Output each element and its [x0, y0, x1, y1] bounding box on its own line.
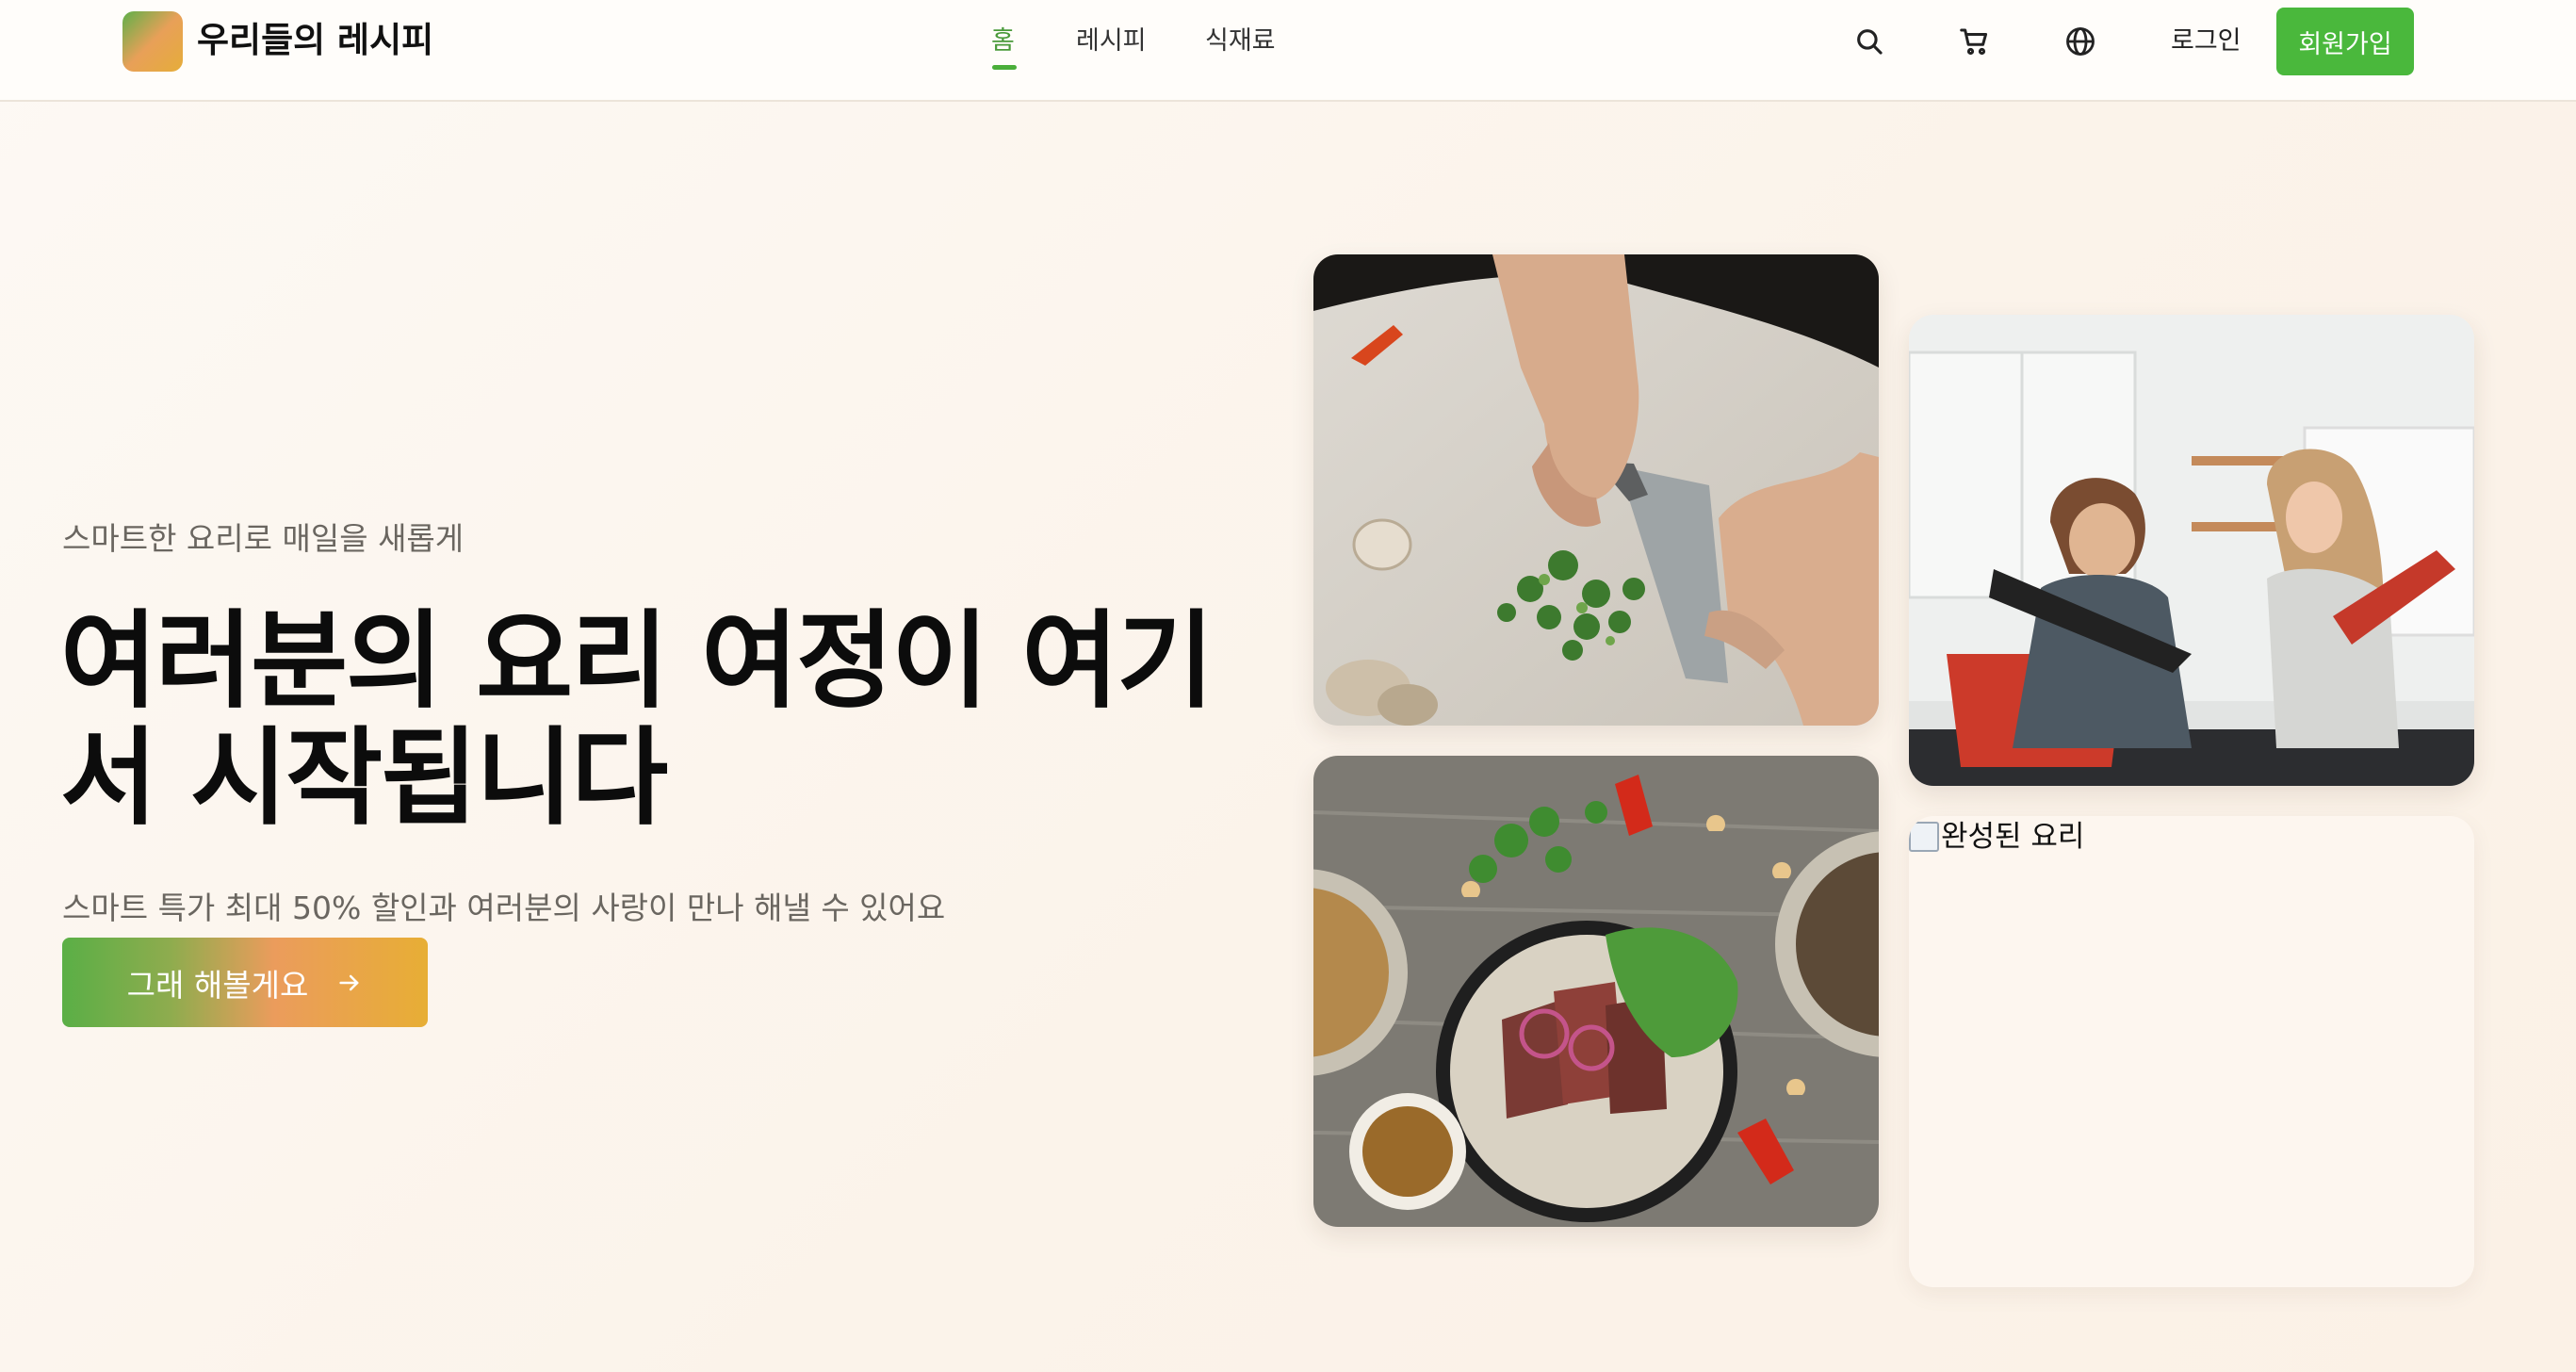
finished-dish-photo: 완성된 요리	[1909, 816, 2474, 1287]
chopping-photo	[1313, 254, 1879, 726]
nav-ingredients[interactable]: 식재료	[1205, 23, 1276, 60]
broken-image-icon	[1909, 822, 1939, 852]
signup-button[interactable]: 회원가입	[2276, 8, 2414, 75]
cta-button[interactable]: 그래 해볼게요	[62, 938, 428, 1027]
hero-title: 여러분의 요리 여정이 여기서 시작됩니다	[60, 600, 1214, 840]
nav-active-indicator	[992, 65, 1017, 70]
couple-cooking-photo	[1909, 315, 2474, 786]
broken-image-alt: 완성된 요리	[1909, 816, 2084, 858]
nav-home[interactable]: 홈	[991, 23, 1015, 60]
hero-eyebrow: 스마트한 요리로 매일을 새롭게	[62, 520, 465, 557]
broken-image-alt-text: 완성된 요리	[1941, 820, 2085, 854]
cart-icon[interactable]	[1956, 23, 1994, 60]
hero-subtitle: 스마트 특가 최대 50% 할인과 여러분의 사랑이 만나 해낼 수 있어요	[62, 890, 946, 926]
login-link[interactable]: 로그인	[2171, 23, 2242, 60]
nav-recipes[interactable]: 레시피	[1076, 23, 1147, 60]
search-icon[interactable]	[1850, 23, 1888, 60]
cta-label: 그래 해볼게요	[126, 966, 309, 1004]
logo-icon[interactable]	[122, 11, 183, 72]
globe-icon[interactable]	[2062, 23, 2099, 60]
arrow-right-icon	[336, 970, 363, 996]
steak-bowl-photo	[1313, 756, 1879, 1227]
top-navbar: 우리들의 레시피 홈 레시피 식재료 로그인 회원가입	[0, 0, 2576, 102]
logo-text[interactable]: 우리들의 레시피	[197, 17, 433, 64]
